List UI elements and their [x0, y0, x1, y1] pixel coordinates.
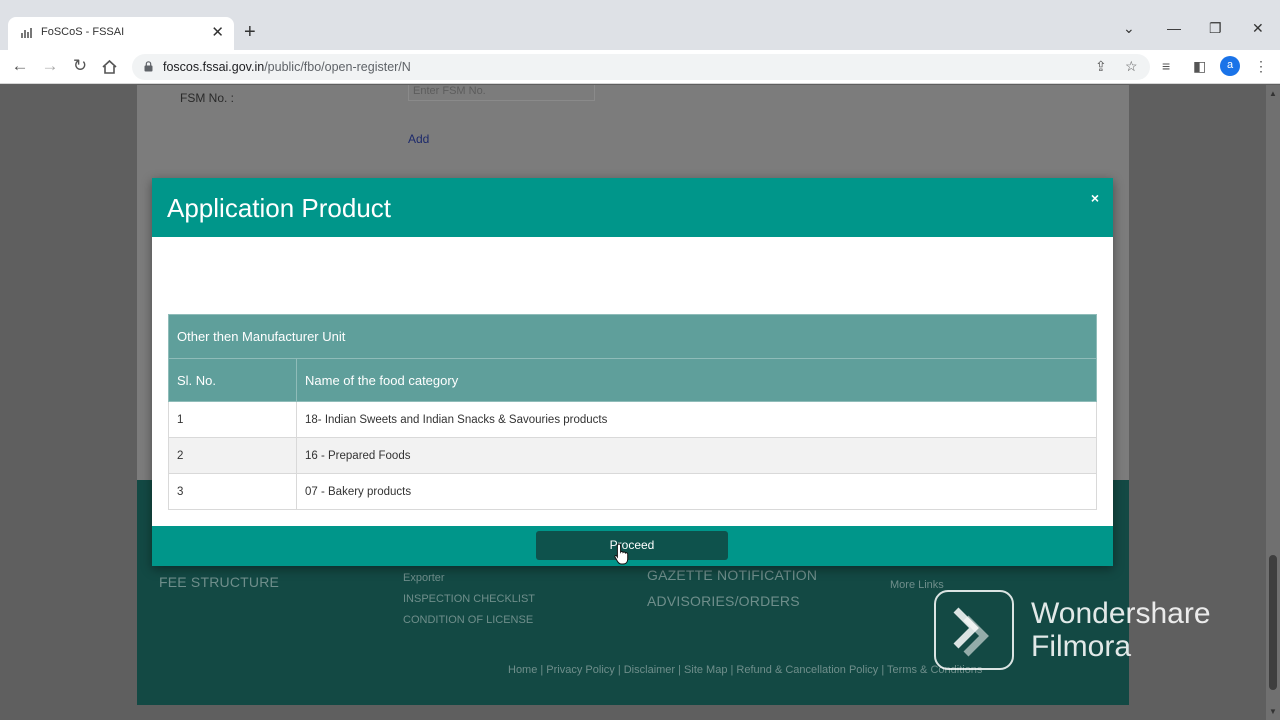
home-icon[interactable]	[101, 59, 118, 75]
footer-exporter-link[interactable]: Exporter	[403, 572, 445, 584]
footer-inspection-checklist-link[interactable]: INSPECTION CHECKLIST	[403, 593, 535, 605]
footer-advisories-orders-link[interactable]: ADVISORIES/ORDERS	[647, 593, 800, 609]
row-food-category: 16 - Prepared Foods	[296, 437, 1097, 474]
row-sl-no: 3	[168, 473, 297, 510]
modal-footer: Proceed	[152, 526, 1113, 566]
forward-icon[interactable]: →	[39, 56, 61, 76]
add-fsm-link[interactable]: Add	[408, 132, 429, 146]
row-sl-no: 1	[168, 401, 297, 438]
row-sl-no: 2	[168, 437, 297, 474]
footer-more-links[interactable]: More Links	[890, 579, 944, 591]
reload-icon[interactable]: ↻	[69, 56, 91, 76]
tab-title: FoSCoS - FSSAI	[41, 26, 125, 38]
filmora-watermark: Wondershare Filmora	[1031, 597, 1211, 663]
close-window-icon[interactable]: ✕	[1252, 20, 1264, 37]
table-row: 3 07 - Bakery products	[168, 473, 1097, 510]
lock-icon	[144, 61, 153, 72]
food-category-table: Other then Manufacturer Unit Sl. No. Nam…	[168, 314, 1097, 510]
modal-close-icon[interactable]: ×	[1091, 190, 1099, 206]
modal-title: Application Product	[167, 193, 392, 223]
row-food-category: 07 - Bakery products	[296, 473, 1097, 510]
watermark-line-2: Filmora	[1031, 630, 1132, 663]
new-tab-icon[interactable]: +	[244, 20, 256, 44]
filmora-logo-icon	[934, 590, 1014, 670]
back-icon[interactable]: ←	[9, 56, 31, 76]
scroll-up-arrow-icon[interactable]: ▲	[1269, 89, 1277, 98]
footer-condition-of-license-link[interactable]: CONDITION OF LICENSE	[403, 614, 533, 626]
tab-close-icon[interactable]: ✕	[211, 23, 224, 41]
url-text: foscos.fssai.gov.in/public/fbo/open-regi…	[163, 60, 411, 74]
browser-tab-foscos[interactable]: FoSCoS - FSSAI ✕	[8, 17, 234, 50]
share-icon[interactable]: ⇪	[1095, 58, 1107, 75]
table-row: 2 16 - Prepared Foods	[168, 437, 1097, 474]
footer-bottom-links[interactable]: Home | Privacy Policy | Disclaimer | Sit…	[508, 664, 982, 676]
column-header-food-category: Name of the food category	[296, 358, 1097, 402]
proceed-button[interactable]: Proceed	[536, 531, 728, 560]
browser-toolbar: ← → ↻ foscos.fssai.gov.in/public/fbo/ope…	[0, 50, 1280, 84]
fsm-number-input[interactable]: Enter FSM No.	[408, 85, 595, 101]
scroll-down-arrow-icon[interactable]: ▼	[1269, 707, 1277, 716]
reading-list-icon[interactable]: ≡	[1162, 58, 1170, 74]
bookmark-star-icon[interactable]: ☆	[1125, 58, 1138, 75]
profile-avatar[interactable]: a	[1220, 56, 1240, 76]
minimize-icon[interactable]: —	[1167, 20, 1181, 36]
page-scrollbar[interactable]: ▲ ▼	[1266, 85, 1280, 720]
scrollbar-thumb[interactable]	[1269, 555, 1277, 690]
footer-fee-structure-link[interactable]: FEE STRUCTURE	[159, 574, 279, 590]
modal-header: Application Product ×	[152, 178, 1113, 237]
column-header-sl-no: Sl. No.	[168, 358, 297, 402]
browser-tab-strip: FoSCoS - FSSAI ✕ + ⌄ — ❐ ✕	[0, 0, 1280, 50]
row-food-category: 18- Indian Sweets and Indian Snacks & Sa…	[296, 401, 1097, 438]
fsm-number-label: FSM No. :	[180, 91, 235, 105]
application-product-modal: Application Product × Other then Manufac…	[152, 178, 1113, 566]
hand-cursor-icon	[614, 543, 629, 565]
footer-gazette-notification-link[interactable]: GAZETTE NOTIFICATION	[647, 567, 817, 583]
table-row: 1 18- Indian Sweets and Indian Snacks & …	[168, 401, 1097, 438]
watermark-line-1: Wondershare	[1031, 597, 1211, 630]
browser-menu-icon[interactable]: ⋮	[1254, 58, 1268, 75]
address-bar[interactable]: foscos.fssai.gov.in/public/fbo/open-regi…	[132, 54, 1150, 80]
table-caption: Other then Manufacturer Unit	[168, 314, 1097, 359]
tab-search-chevron-icon[interactable]: ⌄	[1123, 20, 1135, 37]
side-panel-icon[interactable]: ◧	[1193, 58, 1206, 75]
restore-icon[interactable]: ❐	[1209, 20, 1222, 37]
site-favicon-icon	[21, 28, 32, 38]
